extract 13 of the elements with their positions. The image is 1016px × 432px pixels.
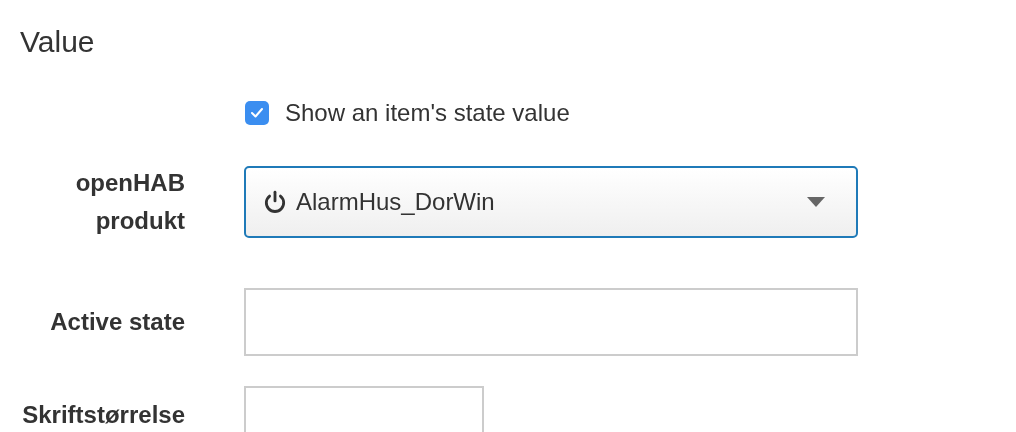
item-dropdown[interactable]: AlarmHus_DorWin (244, 166, 858, 238)
caret-icon (806, 196, 826, 208)
section-heading: Value (20, 24, 96, 60)
input-field[interactable] (244, 288, 858, 356)
checkbox-label: Show an item's state value (285, 98, 570, 128)
input-field[interactable] (244, 386, 484, 432)
field-label: Skriftstørrelse (21, 400, 185, 430)
field-label: openHAB produkt (74, 168, 185, 236)
dropdown-value: AlarmHus_DorWin (296, 187, 496, 217)
checkbox[interactable] (245, 101, 269, 125)
field-label: Active state (49, 307, 185, 337)
check-icon (250, 107, 264, 119)
power-icon (262, 189, 288, 215)
